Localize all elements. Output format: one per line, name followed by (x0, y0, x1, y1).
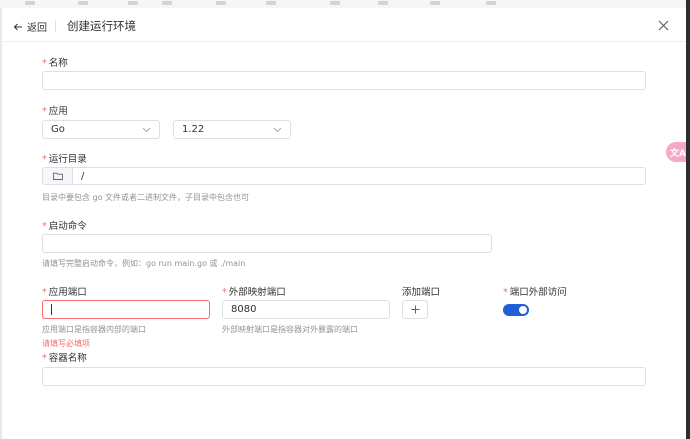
run-dir-input[interactable]: / (72, 167, 646, 185)
toolbar-mark (330, 1, 340, 5)
toolbar-mark (430, 1, 440, 5)
folder-icon (52, 172, 63, 180)
folder-picker-button[interactable] (42, 167, 72, 185)
version-select[interactable]: 1.22 (173, 120, 291, 139)
toolbar-mark (78, 1, 88, 5)
app-port-input[interactable] (42, 300, 210, 319)
start-cmd-hint: 请填写完整启动命令，例如：go run main.go 或 ./main (42, 259, 246, 268)
translate-icon: 文A (670, 148, 686, 159)
start-cmd-label: * 启动命令 (42, 221, 87, 232)
back-button[interactable]: 返回 (13, 19, 47, 34)
toolbar-mark (25, 1, 35, 5)
run-dir-hint: 目录中要包含 go 文件或者二进制文件，子目录中包含也可 (42, 193, 250, 202)
window-left-edge (0, 0, 2, 439)
run-dir-value: / (81, 170, 85, 182)
header-divider (55, 20, 56, 32)
start-cmd-input[interactable] (42, 234, 492, 253)
app-port-error: 请填写必填项 (42, 339, 90, 348)
run-dir-label: * 运行目录 (42, 154, 87, 165)
toolbar-mark (486, 1, 496, 5)
chevron-down-icon (273, 127, 282, 132)
text-cursor (51, 304, 52, 315)
top-toolbar-strip (0, 0, 690, 8)
plus-icon (411, 305, 419, 314)
name-input[interactable] (42, 71, 646, 90)
back-label: 返回 (27, 23, 47, 34)
toolbar-mark (162, 1, 172, 5)
toolbar-mark (216, 1, 226, 5)
ext-port-label: * 外部映射端口 (222, 287, 286, 298)
name-label: * 名称 (42, 58, 68, 69)
app-port-label: * 应用端口 (42, 287, 87, 298)
version-value: 1.22 (182, 124, 205, 135)
toggle-knob (519, 306, 527, 314)
port-external-label: * 端口外部访问 (503, 287, 567, 298)
toolbar-mark (378, 1, 388, 5)
container-name-label: * 容器名称 (42, 353, 87, 364)
toolbar-mark (128, 1, 138, 5)
port-external-toggle[interactable] (503, 304, 529, 316)
arrow-left-icon (13, 23, 22, 30)
ext-port-value: 8080 (231, 304, 257, 315)
close-icon[interactable] (658, 20, 669, 31)
drawer-header: 返回 创建运行环境 (0, 8, 690, 42)
app-port-hint: 应用端口是指容器内部的端口 (42, 325, 146, 334)
ext-port-hint: 外部映射端口是指容器对外暴露的端口 (222, 325, 358, 334)
add-port-label: 添加端口 (402, 287, 441, 298)
toolbar-mark (266, 1, 276, 5)
container-name-input[interactable] (42, 367, 646, 386)
chevron-down-icon (142, 127, 151, 132)
window-right-edge (686, 0, 690, 439)
add-port-button[interactable] (402, 300, 428, 319)
language-value: Go (51, 124, 65, 135)
app-label: * 应用 (42, 106, 68, 117)
ext-port-input[interactable]: 8080 (222, 300, 390, 319)
page-title: 创建运行环境 (67, 19, 136, 33)
language-select[interactable]: Go (42, 120, 160, 139)
